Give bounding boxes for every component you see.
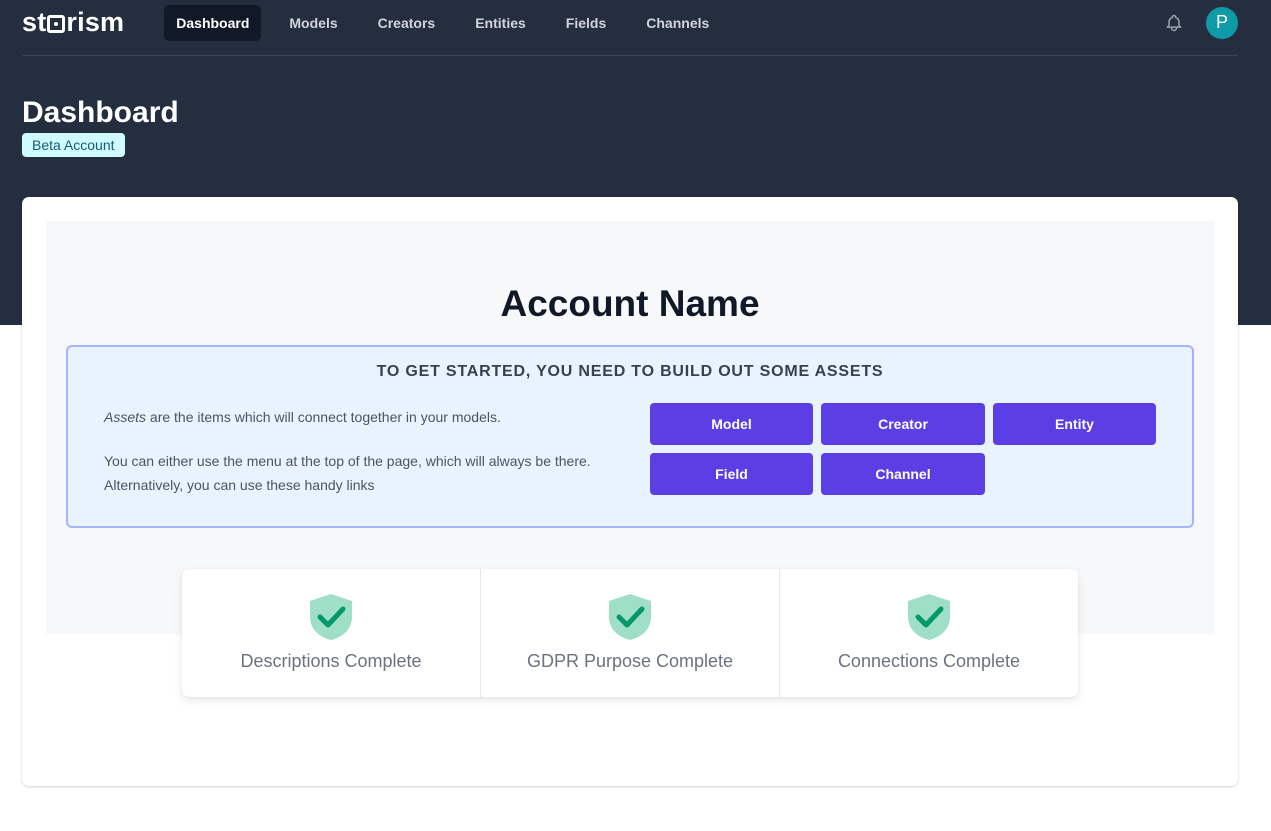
nav-right: P (1164, 6, 1238, 39)
create-creator-button[interactable]: Creator (821, 403, 985, 445)
nav-item-models[interactable]: Models (277, 5, 349, 41)
top-navigation: st rism Dashboard Models Creators Entitie… (22, 0, 1238, 56)
user-avatar[interactable]: P (1206, 6, 1238, 39)
nav-links: Dashboard Models Creators Entities Field… (164, 0, 737, 51)
shield-check-icon (908, 594, 950, 640)
shield-check-icon (310, 594, 352, 640)
completion-status-row: Descriptions Complete GDPR Purpose Compl… (182, 569, 1078, 697)
create-field-button[interactable]: Field (650, 453, 813, 495)
create-model-button[interactable]: Model (650, 403, 813, 445)
create-entity-button[interactable]: Entity (993, 403, 1156, 445)
storism-logo[interactable]: st rism (22, 0, 124, 51)
get-started-description: Assets are the items which will connect … (104, 405, 604, 497)
create-channel-button[interactable]: Channel (821, 453, 985, 495)
dashboard-card: Account Name TO GET STARTED, YOU NEED TO… (22, 197, 1238, 786)
shield-check-icon (609, 594, 651, 640)
assets-term: Assets (104, 409, 147, 425)
account-status-badge: Beta Account (22, 133, 125, 157)
nav-item-fields[interactable]: Fields (554, 5, 618, 41)
nav-item-entities[interactable]: Entities (463, 5, 538, 41)
menu-hint-text: You can either use the menu at the top o… (104, 453, 591, 493)
status-gdpr-purpose: GDPR Purpose Complete (480, 569, 779, 697)
status-connections: Connections Complete (779, 569, 1078, 697)
get-started-panel: TO GET STARTED, YOU NEED TO BUILD OUT SO… (66, 345, 1194, 528)
page-title: Dashboard (22, 96, 179, 129)
status-descriptions: Descriptions Complete (182, 569, 480, 697)
status-label: Connections Complete (837, 651, 1021, 671)
assets-description: are the items which will connect togethe… (146, 409, 501, 425)
logo-mark-icon (47, 14, 66, 33)
status-label: Descriptions Complete (240, 651, 422, 671)
nav-item-dashboard[interactable]: Dashboard (164, 4, 262, 41)
asset-quick-links: Model Creator Entity Field Channel (650, 403, 1160, 495)
nav-item-creators[interactable]: Creators (366, 5, 448, 41)
status-label: GDPR Purpose Complete (526, 651, 734, 671)
account-name: Account Name (500, 283, 760, 324)
get-started-heading: TO GET STARTED, YOU NEED TO BUILD OUT SO… (376, 363, 884, 380)
bell-icon[interactable] (1164, 12, 1184, 34)
nav-item-channels[interactable]: Channels (634, 5, 721, 41)
